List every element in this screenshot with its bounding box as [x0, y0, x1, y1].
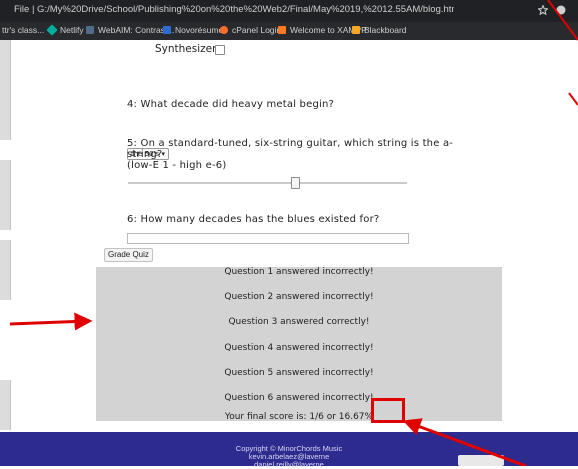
arrow-right-edge	[568, 92, 578, 106]
arrow-to-results	[9, 312, 93, 331]
annotation-arrows	[9, 0, 578, 466]
arrow-top-right	[547, 0, 578, 41]
arrow-to-score	[402, 418, 527, 466]
